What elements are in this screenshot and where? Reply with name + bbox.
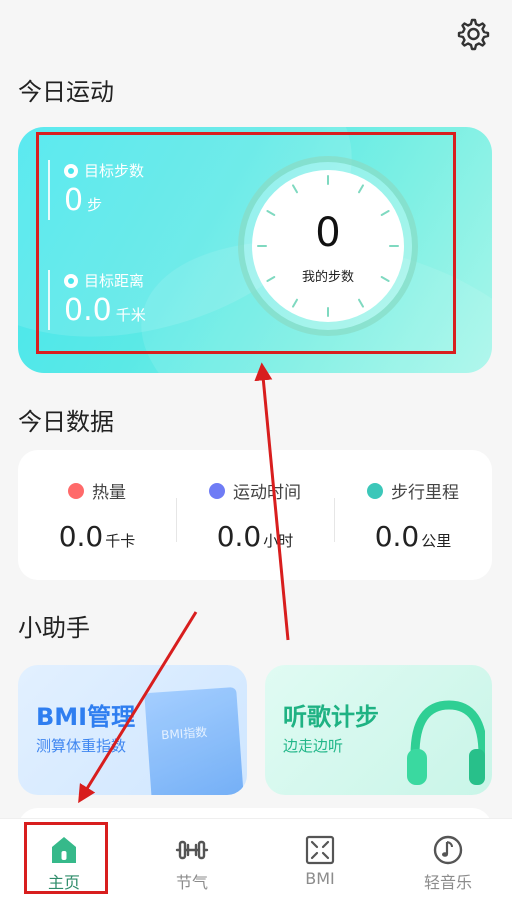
bmi-card-title: BMI管理 [36,703,136,731]
tab-light-music-label: 轻音乐 [423,873,472,892]
data-item-calories[interactable]: 热量 0.0 千卡 [18,450,176,580]
today-data-card: 热量 0.0 千卡 运动时间 0.0 小时 步行里程 0.0 公里 [18,450,492,580]
calories-label: 热量 [92,483,126,503]
headphones-icon [407,700,485,785]
gear-icon [457,18,490,51]
exercise-time-value: 0.0 [216,520,262,553]
bmi-card-subtitle: 测算体重指数 [36,737,127,755]
tab-solar-terms[interactable]: 节气 [128,819,256,900]
location-icon [367,482,383,499]
music-card-title: 听歌计步 [283,703,379,731]
music-disc-icon [433,835,463,865]
calories-unit: 千卡 [105,532,136,550]
highlight-box-sport-card [36,132,456,354]
walk-distance-value: 0.0 [374,520,420,553]
tab-solar-terms-label: 节气 [175,873,208,892]
highlight-box-home-tab [24,822,108,894]
walk-distance-label: 步行里程 [391,483,459,503]
exercise-time-label: 运动时间 [233,483,301,503]
tab-bmi-label: BMI [305,869,335,888]
bmi-icon [305,835,335,865]
music-card-subtitle: 边走边听 [283,737,344,755]
settings-button[interactable] [452,14,492,54]
flame-icon [68,482,84,499]
section-title-today-data: 今日数据 [18,408,114,436]
calories-value: 0.0 [58,520,104,553]
walk-distance-unit: 公里 [421,532,452,550]
tab-light-music[interactable]: 轻音乐 [384,819,512,900]
exercise-time-unit: 小时 [263,532,294,550]
bmi-book-text: BMI指数 [160,725,208,743]
bmi-book-illustration: BMI指数 [144,686,244,795]
bmi-management-card[interactable]: BMI指数 BMI管理 测算体重指数 [18,665,247,795]
dumbbell-icon [175,840,209,860]
section-title-assistant: 小助手 [18,614,90,642]
data-item-walk-distance[interactable]: 步行里程 0.0 公里 [334,450,492,580]
data-item-exercise-time[interactable]: 运动时间 0.0 小时 [176,450,334,580]
music-steps-card[interactable]: 听歌计步 边走边听 [265,665,492,795]
tab-bmi[interactable]: BMI [256,819,384,900]
section-title-today-sport: 今日运动 [18,78,114,106]
clock-icon [209,482,225,499]
